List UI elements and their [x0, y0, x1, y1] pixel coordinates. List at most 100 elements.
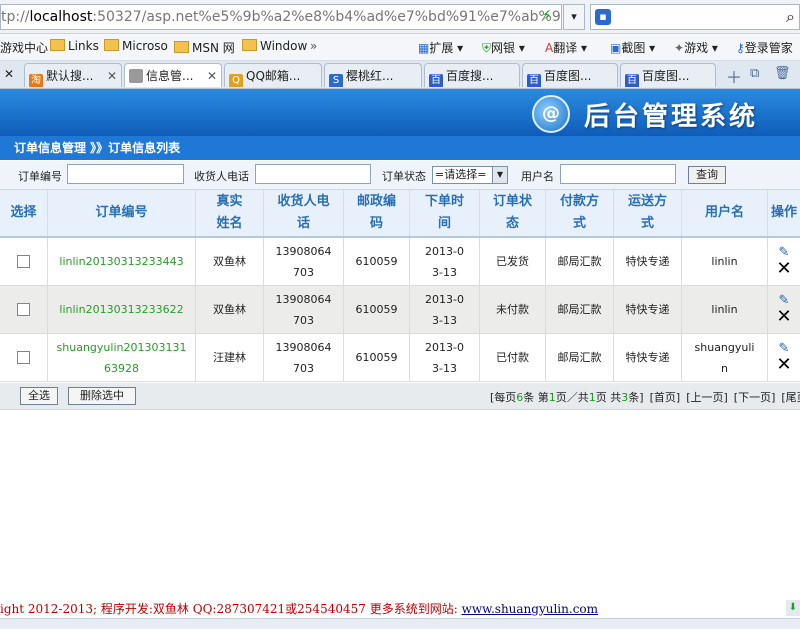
zip-cell: 610059: [344, 238, 410, 285]
row-checkbox[interactable]: [17, 255, 30, 268]
url-path: :50327/asp.net%e5%9b%a2%e8%b4%ad%e7%bd%9…: [92, 9, 562, 25]
page-icon: [129, 69, 143, 83]
baidu-icon: 百: [429, 74, 443, 87]
qq-mail-icon: Q: [229, 74, 243, 87]
toolbar-netbank[interactable]: ⛨网银 ▾: [482, 39, 525, 56]
name-cell: 双鱼林: [196, 286, 264, 333]
tab-baidu-image-2[interactable]: 百百度图...: [620, 63, 716, 87]
user-cell: shuangyulin: [682, 334, 768, 381]
row-checkbox[interactable]: [17, 351, 30, 364]
username-label: 用户名: [521, 170, 554, 183]
pagination: [每页6条 第1页／共1页 共3条][首页][上一页][下一页][尾页]: [490, 389, 800, 405]
ops-cell: ✎ ✕: [768, 334, 800, 381]
toolbar-login-manager[interactable]: ⚷登录管家: [736, 39, 793, 56]
query-button[interactable]: 查询: [688, 166, 726, 184]
folder-icon: [242, 39, 257, 51]
ops-cell: ✎ ✕: [768, 238, 800, 285]
gamepad-icon: ✦: [674, 41, 685, 55]
tab-baidu-search[interactable]: 百百度搜...: [424, 63, 520, 87]
ship-cell: 特快专递: [614, 286, 682, 333]
delete-icon[interactable]: ✕: [776, 307, 791, 326]
next-page-link[interactable]: [下一页]: [734, 391, 776, 404]
restore-tabs-icon[interactable]: ⧉: [750, 66, 759, 81]
order-no-cell[interactable]: shuangyulin20130313163928: [48, 334, 196, 381]
status-cell: 已发货: [480, 238, 546, 285]
pay-cell: 邮局汇款: [546, 238, 614, 285]
prev-page-link[interactable]: [上一页]: [686, 391, 728, 404]
total-pages: 1: [588, 391, 596, 404]
baidu-icon: 百: [625, 74, 639, 87]
col-header: 付款方式: [546, 190, 614, 236]
trash-icon[interactable]: 🗑: [774, 66, 791, 81]
per-page-count: 6: [516, 391, 524, 404]
order-no-input[interactable]: [67, 164, 184, 184]
col-header: 订单编号: [48, 190, 196, 236]
tab-cherry[interactable]: S 樱桃红...: [324, 63, 422, 87]
toolbar-games[interactable]: ✦游戏 ▾: [674, 39, 718, 56]
url-field[interactable]: tp://localhost:50327/asp.net%e5%9b%a2%e8…: [0, 4, 562, 30]
row-checkbox[interactable]: [17, 303, 30, 316]
taobao-icon: 淘: [29, 74, 43, 87]
screenshot-icon: ▣: [610, 41, 622, 55]
bookmark-folder-links[interactable]: Links: [50, 39, 99, 53]
soku-icon: S: [329, 74, 343, 87]
url-dropdown-button[interactable]: ▾: [563, 4, 585, 30]
orders-table: 选择 订单编号 真实姓名 收货人电话 邮政编码 下单时间 订单状态 付款方式 运…: [0, 190, 800, 382]
col-header: 下单时间: [410, 190, 480, 236]
toolbar-extension[interactable]: ▦扩展 ▾: [418, 39, 463, 56]
order-no-cell[interactable]: linlin20130313233443: [48, 238, 196, 285]
download-arrow-icon[interactable]: ⬇: [786, 600, 800, 616]
delete-selected-button[interactable]: 删除选中: [68, 387, 136, 405]
bookmarks-overflow-chevron[interactable]: »: [310, 39, 317, 53]
username-input[interactable]: [560, 164, 676, 184]
order-no-cell[interactable]: linlin20130313233622: [48, 286, 196, 333]
table-header-row: 选择 订单编号 真实姓名 收货人电话 邮政编码 下单时间 订单状态 付款方式 运…: [0, 190, 800, 238]
status-select[interactable]: =请选择= ▼: [432, 166, 508, 184]
status-cell: 已付款: [480, 334, 546, 381]
bookmarks-bar: 游戏中心 Links Microso MSN 网 Window » ▦扩展 ▾ …: [0, 34, 800, 61]
tab-close-icon[interactable]: ✕: [107, 64, 117, 87]
tab-baidu-image-1[interactable]: 百百度图...: [522, 63, 618, 87]
tab-qq-mail[interactable]: Q QQ邮箱...: [224, 63, 322, 87]
col-header: 操作: [770, 205, 797, 220]
phone-cell: 13908064703: [264, 334, 344, 381]
zip-cell: 610059: [344, 334, 410, 381]
tab-strip: ✕ 淘默认搜... ✕ 信息管... ✕ Q QQ邮箱... S 樱桃红... 百百度搜…: [0, 61, 800, 89]
search-engine-icon[interactable]: ▪: [595, 9, 611, 25]
last-page-link[interactable]: [尾页]: [781, 391, 800, 404]
bookmark-folder-windows[interactable]: Window: [242, 39, 307, 53]
search-icon[interactable]: ⌕: [786, 7, 795, 27]
table-row: shuangyulin20130313163928 汪建林 1390806470…: [0, 334, 800, 382]
table-action-bar: 全选 删除选中 [每页6条 第1页／共1页 共3条] [首页] [上一页] [下一页]…: [0, 383, 800, 410]
system-title: 后台管理系统: [584, 102, 759, 132]
pay-cell: 邮局汇款: [546, 334, 614, 381]
delete-icon[interactable]: ✕: [776, 259, 791, 278]
bookmark-folder-msn[interactable]: MSN 网: [174, 39, 235, 56]
folder-icon: [174, 41, 189, 53]
table-row: linlin20130313233443 双鱼林 13908064703 610…: [0, 238, 800, 286]
toolbar-translate[interactable]: A翻译 ▾: [545, 39, 587, 56]
translate-icon: A: [545, 41, 554, 55]
search-box[interactable]: ▪ ⌕: [590, 4, 800, 30]
toolbar-screenshot[interactable]: ▣截图 ▾: [610, 39, 655, 56]
tab-default-search[interactable]: 淘默认搜... ✕: [24, 63, 122, 87]
tab-close-icon[interactable]: ✕: [207, 64, 217, 87]
bookmark-game-center[interactable]: 游戏中心: [0, 39, 48, 56]
select-all-button[interactable]: 全选: [20, 387, 58, 405]
delete-icon[interactable]: ✕: [776, 355, 791, 374]
first-page-link[interactable]: [首页]: [650, 391, 681, 404]
tab-close-icon[interactable]: ✕: [4, 67, 14, 81]
phone-input[interactable]: [255, 164, 371, 184]
new-tab-icon[interactable]: ＋: [726, 64, 742, 88]
row-select: [0, 286, 48, 333]
tab-info-manage[interactable]: 信息管... ✕: [124, 63, 222, 87]
status-cell: 未付款: [480, 286, 546, 333]
col-header: 用户名: [682, 190, 768, 236]
lightning-icon[interactable]: ⚡: [542, 8, 552, 24]
copyright-footer: ight 2012-2013; 程序开发:双鱼林 QQ:287307421或25…: [0, 602, 599, 616]
user-cell: linlin: [682, 286, 768, 333]
phone-cell: 13908064703: [264, 238, 344, 285]
bookmark-folder-microsoft[interactable]: Microso: [104, 39, 168, 53]
col-header: 运送方式: [614, 190, 682, 236]
website-link[interactable]: www.shuangyulin.com: [462, 602, 598, 616]
